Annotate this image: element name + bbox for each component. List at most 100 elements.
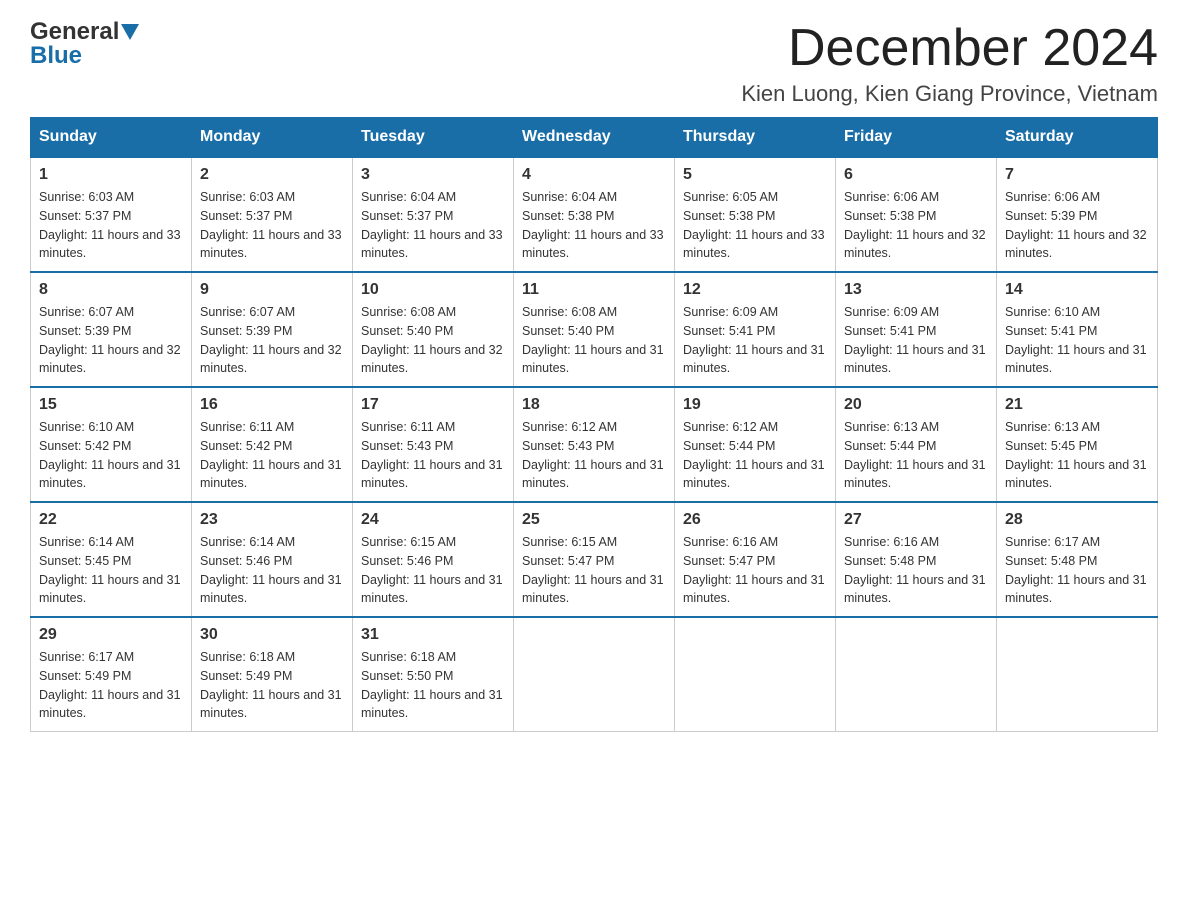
day-number: 15	[39, 396, 183, 414]
day-cell-30: 30Sunrise: 6:18 AMSunset: 5:49 PMDayligh…	[192, 617, 353, 732]
day-cell-11: 11 Sunrise: 6:08 AMSunset: 5:40 PMDayligh…	[514, 272, 675, 387]
day-number: 12	[683, 281, 827, 299]
day-number: 3	[361, 166, 505, 184]
day-info: Sunrise: 6:16 AMSunset: 5:47 PMDaylight:…	[683, 533, 827, 608]
calendar-week-row: 15 Sunrise: 6:10 AMSunset: 5:42 PMDayligh…	[31, 387, 1158, 502]
day-number: 11	[522, 281, 666, 299]
day-number: 23	[200, 511, 344, 529]
day-header-monday: Monday	[192, 118, 353, 158]
empty-day-cell	[514, 617, 675, 732]
day-number: 19	[683, 396, 827, 414]
page-header: General Blue December 2024 Kien Luong, K…	[30, 20, 1158, 107]
day-cell-4: 4 Sunrise: 6:04 AMSunset: 5:38 PMDaylight…	[514, 157, 675, 272]
day-info: Sunrise: 6:14 AMSunset: 5:46 PMDaylight:…	[200, 533, 344, 608]
day-info: Sunrise: 6:05 AMSunset: 5:38 PMDaylight:…	[683, 188, 827, 263]
day-info: Sunrise: 6:12 AMSunset: 5:44 PMDaylight:…	[683, 418, 827, 493]
day-number: 7	[1005, 166, 1149, 184]
day-number: 18	[522, 396, 666, 414]
empty-day-cell	[675, 617, 836, 732]
day-cell-19: 19 Sunrise: 6:12 AMSunset: 5:44 PMDayligh…	[675, 387, 836, 502]
day-header-tuesday: Tuesday	[353, 118, 514, 158]
day-header-sunday: Sunday	[31, 118, 192, 158]
day-cell-24: 24 Sunrise: 6:15 AMSunset: 5:46 PMDayligh…	[353, 502, 514, 617]
day-info: Sunrise: 6:17 AMSunset: 5:49 PMDaylight:…	[39, 648, 183, 723]
empty-day-cell	[836, 617, 997, 732]
calendar-week-row: 29Sunrise: 6:17 AMSunset: 5:49 PMDayligh…	[31, 617, 1158, 732]
day-cell-3: 3 Sunrise: 6:04 AMSunset: 5:37 PMDaylight…	[353, 157, 514, 272]
logo-blue-text: Blue	[30, 42, 140, 70]
day-info: Sunrise: 6:08 AMSunset: 5:40 PMDaylight:…	[522, 303, 666, 378]
day-number: 9	[200, 281, 344, 299]
day-info: Sunrise: 6:15 AMSunset: 5:47 PMDaylight:…	[522, 533, 666, 608]
day-info: Sunrise: 6:07 AMSunset: 5:39 PMDaylight:…	[200, 303, 344, 378]
day-number: 22	[39, 511, 183, 529]
day-cell-20: 20 Sunrise: 6:13 AMSunset: 5:44 PMDayligh…	[836, 387, 997, 502]
day-cell-6: 6 Sunrise: 6:06 AMSunset: 5:38 PMDaylight…	[836, 157, 997, 272]
day-info: Sunrise: 6:06 AMSunset: 5:39 PMDaylight:…	[1005, 188, 1149, 263]
day-cell-18: 18Sunrise: 6:12 AMSunset: 5:43 PMDayligh…	[514, 387, 675, 502]
day-cell-7: 7 Sunrise: 6:06 AMSunset: 5:39 PMDaylight…	[997, 157, 1158, 272]
day-number: 25	[522, 511, 666, 529]
location-title: Kien Luong, Kien Giang Province, Vietnam	[741, 81, 1158, 107]
day-info: Sunrise: 6:08 AMSunset: 5:40 PMDaylight:…	[361, 303, 505, 378]
day-number: 4	[522, 166, 666, 184]
day-cell-5: 5 Sunrise: 6:05 AMSunset: 5:38 PMDaylight…	[675, 157, 836, 272]
day-info: Sunrise: 6:15 AMSunset: 5:46 PMDaylight:…	[361, 533, 505, 608]
calendar-week-row: 1 Sunrise: 6:03 AMSunset: 5:37 PMDaylight…	[31, 157, 1158, 272]
day-info: Sunrise: 6:03 AMSunset: 5:37 PMDaylight:…	[39, 188, 183, 263]
day-cell-2: 2 Sunrise: 6:03 AMSunset: 5:37 PMDaylight…	[192, 157, 353, 272]
day-info: Sunrise: 6:14 AMSunset: 5:45 PMDaylight:…	[39, 533, 183, 608]
logo: General Blue	[30, 20, 140, 70]
day-cell-29: 29Sunrise: 6:17 AMSunset: 5:49 PMDayligh…	[31, 617, 192, 732]
logo-general: General	[30, 20, 140, 44]
day-header-thursday: Thursday	[675, 118, 836, 158]
day-cell-23: 23 Sunrise: 6:14 AMSunset: 5:46 PMDayligh…	[192, 502, 353, 617]
day-cell-21: 21Sunrise: 6:13 AMSunset: 5:45 PMDayligh…	[997, 387, 1158, 502]
day-cell-27: 27 Sunrise: 6:16 AMSunset: 5:48 PMDayligh…	[836, 502, 997, 617]
day-number: 24	[361, 511, 505, 529]
day-number: 30	[200, 626, 344, 644]
day-number: 16	[200, 396, 344, 414]
day-info: Sunrise: 6:11 AMSunset: 5:43 PMDaylight:…	[361, 418, 505, 493]
day-number: 27	[844, 511, 988, 529]
day-info: Sunrise: 6:04 AMSunset: 5:38 PMDaylight:…	[522, 188, 666, 263]
day-cell-8: 8Sunrise: 6:07 AMSunset: 5:39 PMDaylight…	[31, 272, 192, 387]
day-cell-1: 1 Sunrise: 6:03 AMSunset: 5:37 PMDaylight…	[31, 157, 192, 272]
day-number: 14	[1005, 281, 1149, 299]
day-header-friday: Friday	[836, 118, 997, 158]
calendar-header-row: SundayMondayTuesdayWednesdayThursdayFrid…	[31, 118, 1158, 158]
day-number: 26	[683, 511, 827, 529]
day-number: 13	[844, 281, 988, 299]
day-info: Sunrise: 6:06 AMSunset: 5:38 PMDaylight:…	[844, 188, 988, 263]
day-cell-26: 26 Sunrise: 6:16 AMSunset: 5:47 PMDayligh…	[675, 502, 836, 617]
empty-day-cell	[997, 617, 1158, 732]
day-number: 20	[844, 396, 988, 414]
day-info: Sunrise: 6:17 AMSunset: 5:48 PMDaylight:…	[1005, 533, 1149, 608]
day-number: 5	[683, 166, 827, 184]
day-number: 1	[39, 166, 183, 184]
calendar-table: SundayMondayTuesdayWednesdayThursdayFrid…	[30, 117, 1158, 732]
day-cell-9: 9 Sunrise: 6:07 AMSunset: 5:39 PMDaylight…	[192, 272, 353, 387]
day-number: 28	[1005, 511, 1149, 529]
day-cell-15: 15 Sunrise: 6:10 AMSunset: 5:42 PMDayligh…	[31, 387, 192, 502]
day-info: Sunrise: 6:09 AMSunset: 5:41 PMDaylight:…	[683, 303, 827, 378]
day-number: 2	[200, 166, 344, 184]
day-info: Sunrise: 6:13 AMSunset: 5:45 PMDaylight:…	[1005, 418, 1149, 493]
day-cell-28: 28 Sunrise: 6:17 AMSunset: 5:48 PMDayligh…	[997, 502, 1158, 617]
day-number: 17	[361, 396, 505, 414]
day-cell-10: 10Sunrise: 6:08 AMSunset: 5:40 PMDayligh…	[353, 272, 514, 387]
day-cell-25: 25 Sunrise: 6:15 AMSunset: 5:47 PMDayligh…	[514, 502, 675, 617]
day-info: Sunrise: 6:16 AMSunset: 5:48 PMDaylight:…	[844, 533, 988, 608]
day-info: Sunrise: 6:04 AMSunset: 5:37 PMDaylight:…	[361, 188, 505, 263]
day-info: Sunrise: 6:13 AMSunset: 5:44 PMDaylight:…	[844, 418, 988, 493]
day-cell-17: 17 Sunrise: 6:11 AMSunset: 5:43 PMDayligh…	[353, 387, 514, 502]
day-header-wednesday: Wednesday	[514, 118, 675, 158]
calendar-week-row: 8Sunrise: 6:07 AMSunset: 5:39 PMDaylight…	[31, 272, 1158, 387]
day-cell-22: 22 Sunrise: 6:14 AMSunset: 5:45 PMDayligh…	[31, 502, 192, 617]
day-number: 6	[844, 166, 988, 184]
month-title: December 2024	[741, 20, 1158, 77]
day-info: Sunrise: 6:10 AMSunset: 5:42 PMDaylight:…	[39, 418, 183, 493]
day-header-saturday: Saturday	[997, 118, 1158, 158]
day-info: Sunrise: 6:03 AMSunset: 5:37 PMDaylight:…	[200, 188, 344, 263]
day-info: Sunrise: 6:11 AMSunset: 5:42 PMDaylight:…	[200, 418, 344, 493]
